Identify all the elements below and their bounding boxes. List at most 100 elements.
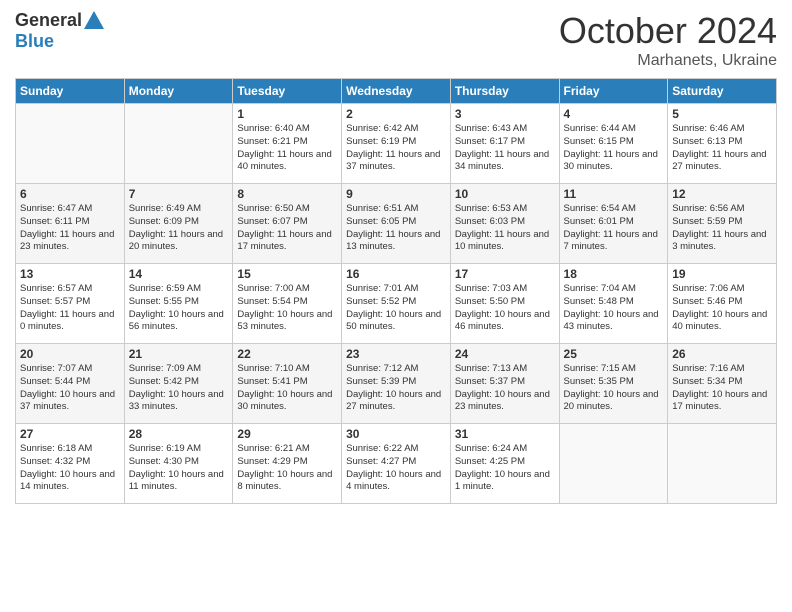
- day-number: 10: [455, 187, 555, 201]
- day-info: Sunrise: 6:53 AM Sunset: 6:03 PM Dayligh…: [455, 203, 555, 254]
- week-row-5: 27 Sunrise: 6:18 AM Sunset: 4:32 PM Dayli…: [16, 424, 777, 504]
- day-number: 9: [346, 187, 446, 201]
- calendar-cell: 11 Sunrise: 6:54 AM Sunset: 6:01 PM Dayli…: [559, 184, 668, 264]
- header-day-tuesday: Tuesday: [233, 79, 342, 104]
- day-info: Sunrise: 6:51 AM Sunset: 6:05 PM Dayligh…: [346, 203, 446, 254]
- day-info: Sunrise: 7:12 AM Sunset: 5:39 PM Dayligh…: [346, 363, 446, 414]
- day-info: Sunrise: 6:49 AM Sunset: 6:09 PM Dayligh…: [129, 203, 229, 254]
- day-number: 11: [564, 187, 664, 201]
- day-info: Sunrise: 7:04 AM Sunset: 5:48 PM Dayligh…: [564, 283, 664, 334]
- calendar-cell: 5Sunrise: 6:46 AM Sunset: 6:13 PM Daylig…: [668, 104, 777, 184]
- day-number: 26: [672, 347, 772, 361]
- day-info: Sunrise: 6:18 AM Sunset: 4:32 PM Dayligh…: [20, 443, 120, 494]
- day-info: Sunrise: 6:42 AM Sunset: 6:19 PM Dayligh…: [346, 123, 446, 174]
- header-day-friday: Friday: [559, 79, 668, 104]
- week-row-3: 13Sunrise: 6:57 AM Sunset: 5:57 PM Dayli…: [16, 264, 777, 344]
- day-number: 31: [455, 427, 555, 441]
- day-info: Sunrise: 6:50 AM Sunset: 6:07 PM Dayligh…: [237, 203, 337, 254]
- day-info: Sunrise: 7:03 AM Sunset: 5:50 PM Dayligh…: [455, 283, 555, 334]
- calendar-cell: [124, 104, 233, 184]
- location-subtitle: Marhanets, Ukraine: [559, 52, 777, 70]
- calendar-cell: [668, 424, 777, 504]
- logo-triangle-icon: [84, 11, 104, 29]
- calendar-cell: 30 Sunrise: 6:22 AM Sunset: 4:27 PM Dayli…: [342, 424, 451, 504]
- day-info: Sunrise: 6:54 AM Sunset: 6:01 PM Dayligh…: [564, 203, 664, 254]
- day-number: 17: [455, 267, 555, 281]
- calendar-cell: 28 Sunrise: 6:19 AM Sunset: 4:30 PM Dayli…: [124, 424, 233, 504]
- calendar-cell: 3 Sunrise: 6:43 AM Sunset: 6:17 PM Daylig…: [450, 104, 559, 184]
- day-number: 15: [237, 267, 337, 281]
- day-number: 12: [672, 187, 772, 201]
- calendar-cell: 31 Sunrise: 6:24 AM Sunset: 4:25 PM Dayli…: [450, 424, 559, 504]
- day-number: 1: [237, 107, 337, 121]
- calendar-cell: 26Sunrise: 7:16 AM Sunset: 5:34 PM Dayli…: [668, 344, 777, 424]
- calendar-cell: 18 Sunrise: 7:04 AM Sunset: 5:48 PM Dayli…: [559, 264, 668, 344]
- header-day-monday: Monday: [124, 79, 233, 104]
- calendar-cell: 22 Sunrise: 7:10 AM Sunset: 5:41 PM Dayli…: [233, 344, 342, 424]
- day-info: Sunrise: 6:44 AM Sunset: 6:15 PM Dayligh…: [564, 123, 664, 174]
- day-info: Sunrise: 7:13 AM Sunset: 5:37 PM Dayligh…: [455, 363, 555, 414]
- calendar-cell: 24 Sunrise: 7:13 AM Sunset: 5:37 PM Dayli…: [450, 344, 559, 424]
- calendar-cell: 23Sunrise: 7:12 AM Sunset: 5:39 PM Dayli…: [342, 344, 451, 424]
- day-number: 20: [20, 347, 120, 361]
- header-day-saturday: Saturday: [668, 79, 777, 104]
- day-number: 30: [346, 427, 446, 441]
- calendar-cell: 2 Sunrise: 6:42 AM Sunset: 6:19 PM Daylig…: [342, 104, 451, 184]
- calendar-cell: 7Sunrise: 6:49 AM Sunset: 6:09 PM Daylig…: [124, 184, 233, 264]
- day-info: Sunrise: 7:01 AM Sunset: 5:52 PM Dayligh…: [346, 283, 446, 334]
- day-info: Sunrise: 7:10 AM Sunset: 5:41 PM Dayligh…: [237, 363, 337, 414]
- calendar-cell: 8Sunrise: 6:50 AM Sunset: 6:07 PM Daylig…: [233, 184, 342, 264]
- day-info: Sunrise: 6:57 AM Sunset: 5:57 PM Dayligh…: [20, 283, 120, 334]
- calendar-cell: 19Sunrise: 7:06 AM Sunset: 5:46 PM Dayli…: [668, 264, 777, 344]
- month-title: October 2024: [559, 10, 777, 52]
- calendar-cell: 25 Sunrise: 7:15 AM Sunset: 5:35 PM Dayli…: [559, 344, 668, 424]
- day-number: 2: [346, 107, 446, 121]
- day-info: Sunrise: 6:21 AM Sunset: 4:29 PM Dayligh…: [237, 443, 337, 494]
- day-number: 28: [129, 427, 229, 441]
- day-number: 19: [672, 267, 772, 281]
- header-day-thursday: Thursday: [450, 79, 559, 104]
- calendar-cell: 12Sunrise: 6:56 AM Sunset: 5:59 PM Dayli…: [668, 184, 777, 264]
- header-day-sunday: Sunday: [16, 79, 125, 104]
- calendar-cell: 17 Sunrise: 7:03 AM Sunset: 5:50 PM Dayli…: [450, 264, 559, 344]
- day-info: Sunrise: 7:15 AM Sunset: 5:35 PM Dayligh…: [564, 363, 664, 414]
- page: General Blue October 2024 Marhanets, Ukr…: [0, 0, 792, 519]
- day-number: 3: [455, 107, 555, 121]
- calendar-cell: 27 Sunrise: 6:18 AM Sunset: 4:32 PM Dayli…: [16, 424, 125, 504]
- calendar-cell: 13Sunrise: 6:57 AM Sunset: 5:57 PM Dayli…: [16, 264, 125, 344]
- calendar-cell: [16, 104, 125, 184]
- day-number: 25: [564, 347, 664, 361]
- calendar-cell: 20 Sunrise: 7:07 AM Sunset: 5:44 PM Dayli…: [16, 344, 125, 424]
- calendar-cell: 1 Sunrise: 6:40 AM Sunset: 6:21 PM Daylig…: [233, 104, 342, 184]
- day-info: Sunrise: 7:00 AM Sunset: 5:54 PM Dayligh…: [237, 283, 337, 334]
- day-number: 18: [564, 267, 664, 281]
- day-info: Sunrise: 7:09 AM Sunset: 5:42 PM Dayligh…: [129, 363, 229, 414]
- day-info: Sunrise: 6:59 AM Sunset: 5:55 PM Dayligh…: [129, 283, 229, 334]
- title-section: October 2024 Marhanets, Ukraine: [559, 10, 777, 70]
- calendar-cell: 4Sunrise: 6:44 AM Sunset: 6:15 PM Daylig…: [559, 104, 668, 184]
- header-day-wednesday: Wednesday: [342, 79, 451, 104]
- calendar-cell: 21 Sunrise: 7:09 AM Sunset: 5:42 PM Dayli…: [124, 344, 233, 424]
- day-info: Sunrise: 6:22 AM Sunset: 4:27 PM Dayligh…: [346, 443, 446, 494]
- day-info: Sunrise: 6:47 AM Sunset: 6:11 PM Dayligh…: [20, 203, 120, 254]
- day-number: 14: [129, 267, 229, 281]
- calendar-cell: 14 Sunrise: 6:59 AM Sunset: 5:55 PM Dayli…: [124, 264, 233, 344]
- calendar-cell: 9 Sunrise: 6:51 AM Sunset: 6:05 PM Daylig…: [342, 184, 451, 264]
- day-number: 6: [20, 187, 120, 201]
- day-info: Sunrise: 6:19 AM Sunset: 4:30 PM Dayligh…: [129, 443, 229, 494]
- day-number: 29: [237, 427, 337, 441]
- day-number: 22: [237, 347, 337, 361]
- logo: General Blue: [15, 10, 104, 52]
- day-info: Sunrise: 6:24 AM Sunset: 4:25 PM Dayligh…: [455, 443, 555, 494]
- calendar-table: SundayMondayTuesdayWednesdayThursdayFrid…: [15, 78, 777, 504]
- day-number: 24: [455, 347, 555, 361]
- day-number: 5: [672, 107, 772, 121]
- header-row: SundayMondayTuesdayWednesdayThursdayFrid…: [16, 79, 777, 104]
- day-info: Sunrise: 6:43 AM Sunset: 6:17 PM Dayligh…: [455, 123, 555, 174]
- day-number: 21: [129, 347, 229, 361]
- day-info: Sunrise: 6:40 AM Sunset: 6:21 PM Dayligh…: [237, 123, 337, 174]
- day-info: Sunrise: 7:07 AM Sunset: 5:44 PM Dayligh…: [20, 363, 120, 414]
- logo-text: General: [15, 10, 104, 31]
- day-number: 27: [20, 427, 120, 441]
- calendar-cell: 29 Sunrise: 6:21 AM Sunset: 4:29 PM Dayli…: [233, 424, 342, 504]
